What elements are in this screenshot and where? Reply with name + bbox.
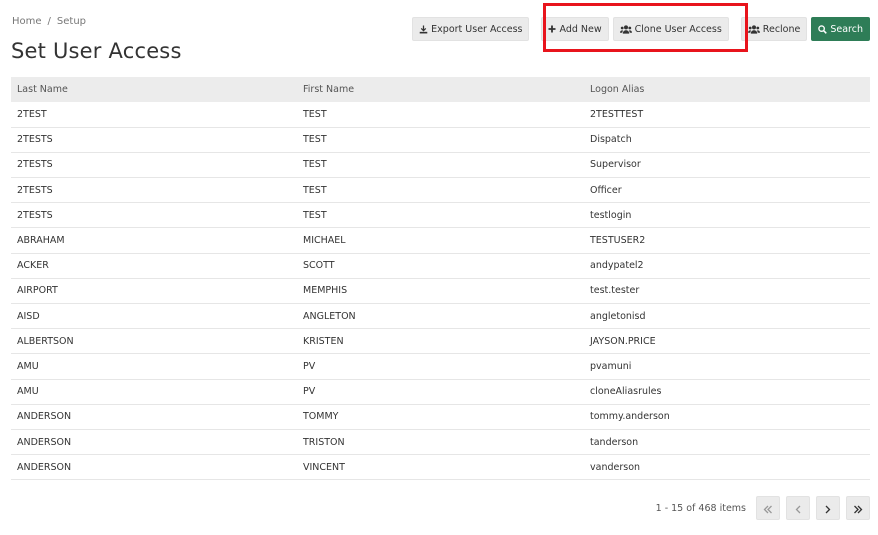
cell-first-name: TEST: [303, 159, 327, 171]
cell-logon-alias: tanderson: [590, 436, 639, 448]
cell-last-name: AMU: [17, 386, 39, 398]
cell-first-name: ANGLETON: [303, 310, 356, 322]
cell-first-name: TEST: [303, 134, 327, 146]
cell-last-name: 2TESTS: [17, 134, 53, 146]
column-header-logon-alias[interactable]: Logon Alias: [584, 77, 870, 102]
cell-logon-alias: cloneAliasrules: [590, 386, 662, 398]
breadcrumb-current: Setup: [56, 16, 87, 27]
cell-logon-alias: Supervisor: [590, 159, 641, 171]
breadcrumb-separator: /: [47, 16, 51, 27]
breadcrumb: Home / Setup: [12, 16, 86, 27]
cell-logon-alias: 2TESTTEST: [590, 108, 644, 120]
column-header-last-name[interactable]: Last Name: [11, 77, 297, 102]
prev-page-button[interactable]: [786, 496, 810, 520]
table-row[interactable]: ANDERSON TRISTON tanderson: [11, 429, 870, 455]
table-row[interactable]: AMU PV pvamuni: [11, 354, 870, 380]
cell-logon-alias: Dispatch: [590, 134, 632, 146]
cell-last-name: ALBERTSON: [17, 335, 74, 347]
table-body: 2TEST TEST 2TESTTEST 2TESTS TEST Dispatch 2TES…: [11, 102, 870, 480]
pager-info: 1 - 15 of 468 items: [655, 502, 746, 514]
cell-first-name: SCOTT: [303, 260, 335, 272]
cell-last-name: AMU: [17, 360, 39, 372]
table-row[interactable]: ANDERSON TOMMY tommy.anderson: [11, 404, 870, 430]
toolbar: Export User Access Add New Clone User Ac…: [412, 17, 870, 41]
table-row[interactable]: 2TEST TEST 2TESTTEST: [11, 102, 870, 128]
cell-last-name: ANDERSON: [17, 411, 72, 423]
plus-icon: [548, 25, 556, 33]
table-row[interactable]: 2TESTS TEST Officer: [11, 178, 870, 203]
add-new-label: Add New: [559, 23, 602, 35]
table-header-row: Last Name First Name Logon Alias: [11, 77, 870, 102]
cell-last-name: ACKER: [17, 260, 49, 272]
cell-last-name: AISD: [17, 310, 40, 322]
cell-first-name: MICHAEL: [303, 235, 346, 247]
add-new-button[interactable]: Add New: [541, 17, 609, 41]
cell-first-name: TEST: [303, 184, 327, 196]
table-row[interactable]: ABRAHAM MICHAEL TESTUSER2: [11, 228, 870, 254]
cell-first-name: TEST: [303, 209, 327, 221]
cell-logon-alias: testlogin: [590, 209, 632, 221]
search-button[interactable]: Search: [811, 17, 870, 41]
last-page-button[interactable]: [846, 496, 870, 520]
cell-first-name: PV: [303, 360, 316, 372]
clone-user-access-label: Clone User Access: [634, 23, 722, 35]
cell-last-name: ANDERSON: [17, 461, 72, 473]
breadcrumb-home-link[interactable]: Home: [12, 16, 42, 27]
search-icon: [818, 24, 828, 34]
column-header-first-name[interactable]: First Name: [297, 77, 584, 102]
chevron-left-icon: [795, 499, 801, 518]
cell-logon-alias: JAYSON.PRICE: [590, 335, 656, 347]
users-icon: [747, 24, 760, 34]
cell-last-name: 2TESTS: [17, 184, 53, 196]
cell-first-name: TRISTON: [303, 436, 345, 448]
user-access-table: Last Name First Name Logon Alias 2TEST TE…: [11, 77, 870, 480]
clone-user-access-button[interactable]: Clone User Access: [612, 17, 729, 41]
users-icon: [619, 24, 632, 34]
double-chevron-right-icon: [853, 499, 863, 518]
table-row[interactable]: ANDERSON VINCENT vanderson: [11, 455, 870, 480]
table-row[interactable]: AISD ANGLETON angletonisd: [11, 304, 870, 329]
cell-logon-alias: andypatel2: [590, 260, 644, 272]
cell-last-name: 2TEST: [17, 108, 47, 120]
table-row[interactable]: 2TESTS TEST testlogin: [11, 203, 870, 228]
table-row[interactable]: ACKER SCOTT andypatel2: [11, 253, 870, 279]
cell-last-name: ABRAHAM: [17, 235, 65, 247]
search-label: Search: [830, 23, 863, 35]
cell-first-name: PV: [303, 386, 316, 398]
next-page-button[interactable]: [816, 496, 840, 520]
cell-last-name: 2TESTS: [17, 159, 53, 171]
table-row[interactable]: 2TESTS TEST Supervisor: [11, 152, 870, 178]
cell-first-name: TOMMY: [303, 411, 339, 423]
pagination: 1 - 15 of 468 items: [656, 496, 870, 520]
cell-last-name: ANDERSON: [17, 436, 72, 448]
reclone-button[interactable]: Reclone: [740, 17, 808, 41]
download-icon: [419, 24, 428, 34]
table-row[interactable]: ALBERTSON KRISTEN JAYSON.PRICE: [11, 329, 870, 354]
reclone-label: Reclone: [762, 23, 801, 35]
cell-first-name: KRISTEN: [303, 335, 344, 347]
cell-logon-alias: tommy.anderson: [590, 411, 670, 423]
cell-logon-alias: TESTUSER2: [590, 235, 646, 247]
cell-first-name: MEMPHIS: [303, 285, 348, 297]
cell-logon-alias: pvamuni: [590, 360, 632, 372]
export-user-access-label: Export User Access: [431, 23, 523, 35]
cell-logon-alias: vanderson: [590, 461, 641, 473]
cell-logon-alias: test.tester: [590, 285, 640, 297]
cell-last-name: AIRPORT: [17, 285, 58, 297]
chevron-right-icon: [825, 499, 831, 518]
cell-logon-alias: Officer: [590, 184, 622, 196]
cell-first-name: VINCENT: [303, 461, 345, 473]
first-page-button[interactable]: [756, 496, 780, 520]
table-row[interactable]: 2TESTS TEST Dispatch: [11, 127, 870, 153]
export-user-access-button[interactable]: Export User Access: [412, 17, 530, 41]
page-title: Set User Access: [11, 39, 182, 63]
table-row[interactable]: AMU PV cloneAliasrules: [11, 379, 870, 405]
cell-logon-alias: angletonisd: [590, 310, 646, 322]
cell-last-name: 2TESTS: [17, 209, 53, 221]
cell-first-name: TEST: [303, 108, 327, 120]
table-row[interactable]: AIRPORT MEMPHIS test.tester: [11, 278, 870, 304]
double-chevron-left-icon: [763, 499, 773, 518]
